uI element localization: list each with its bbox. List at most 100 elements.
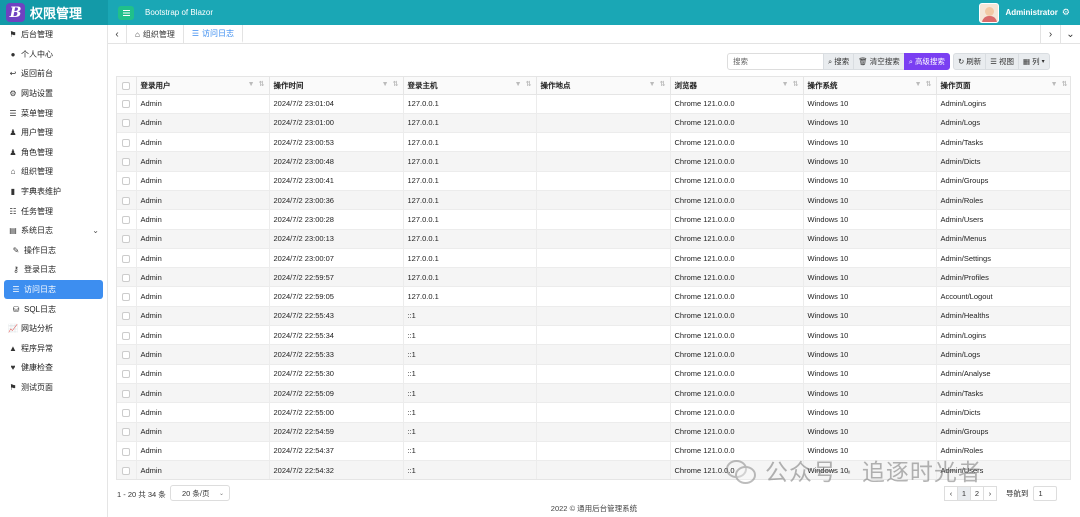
column-header-location[interactable]: 操作地点 ▼ ⇅	[536, 77, 671, 95]
menu-toggle-button[interactable]	[118, 5, 134, 20]
sidebar-item-groups[interactable]: ⌂ 组织管理	[0, 162, 107, 182]
sort-icon[interactable]: ⇅	[526, 80, 532, 88]
table-row[interactable]: Admin 2024/7/2 22:55:09::1 Chrome 121.0.0.…	[117, 383, 1070, 404]
sidebar-item-profile[interactable]: ● 个人中心	[0, 45, 107, 65]
sort-icon[interactable]: ⇅	[393, 80, 399, 88]
row-checkbox[interactable]	[117, 422, 137, 442]
sidebar-item-users[interactable]: ♟ 用户管理	[0, 123, 107, 143]
table-row[interactable]: Admin 2024/7/2 23:00:28 127.0.0.1 Chrome 12…	[117, 209, 1070, 230]
sidebar-item-sql-logs[interactable]: ⛁ SQL日志	[0, 299, 107, 319]
filter-icon[interactable]: ▼	[382, 81, 389, 88]
sort-icon[interactable]: ⇅	[926, 80, 932, 88]
view-button[interactable]: ☰ 视图	[985, 53, 1019, 70]
sidebar-item-operation-logs[interactable]: ✎ 操作日志	[0, 241, 107, 261]
table-row[interactable]: Admin 2024/7/2 22:55:34::1 Chrome 121.0.0.…	[117, 325, 1070, 346]
filter-icon[interactable]: ▼	[248, 81, 255, 88]
column-header-os[interactable]: 操作系统 ▼ ⇅	[803, 77, 937, 95]
table-row[interactable]: Admin 2024/7/2 23:00:07 127.0.0.1 Chrome 12…	[117, 248, 1070, 269]
sort-icon[interactable]: ⇅	[1062, 80, 1068, 88]
sidebar-item-system-logs[interactable]: ▤ 系统日志 ⌄	[0, 221, 107, 241]
table-row[interactable]: Admin 2024/7/2 22:55:30::1 Chrome 121.0.0.…	[117, 364, 1070, 384]
column-header-page[interactable]: 操作页面 ▼ ⇅	[936, 77, 1070, 95]
sort-icon[interactable]: ⇅	[259, 80, 265, 88]
row-checkbox[interactable]	[117, 344, 137, 365]
select-all-checkbox[interactable]	[117, 77, 137, 95]
columns-button[interactable]: ▦ 列 ▾	[1017, 53, 1050, 70]
row-checkbox[interactable]	[117, 460, 137, 479]
table-row[interactable]: Admin 2024/7/2 22:55:33::1 Chrome 121.0.0.…	[117, 344, 1070, 365]
clear-search-button[interactable]: 🗑 清空搜索	[853, 53, 905, 70]
row-checkbox[interactable]	[117, 325, 137, 346]
page-2-button[interactable]: 2	[970, 486, 984, 501]
sidebar-item-frontend[interactable]: ↩ 返回前台	[0, 64, 107, 84]
search-input[interactable]: 搜索	[727, 53, 824, 70]
row-checkbox[interactable]	[117, 113, 137, 134]
table-row[interactable]: Admin 2024/7/2 22:54:59::1 Chrome 121.0.0.…	[117, 422, 1070, 442]
sidebar-item-roles[interactable]: ♟ 角色管理	[0, 143, 107, 163]
filter-icon[interactable]: ▼	[515, 81, 522, 88]
table-row[interactable]: Admin 2024/7/2 23:00:53 127.0.0.1 Chrome 12…	[117, 132, 1070, 153]
row-checkbox[interactable]	[117, 364, 137, 384]
filter-icon[interactable]: ▼	[1051, 81, 1058, 88]
row-checkbox[interactable]	[117, 267, 137, 288]
page-1-button[interactable]: 1	[957, 486, 971, 501]
filter-icon[interactable]: ▼	[915, 81, 922, 88]
tab-scroll-left-button[interactable]: ‹	[108, 25, 127, 43]
row-checkbox[interactable]	[117, 94, 137, 114]
user-menu[interactable]: Administrator ⚙	[979, 2, 1070, 23]
column-header-time[interactable]: 操作时间 ▼ ⇅	[269, 77, 404, 95]
gear-icon[interactable]: ⚙	[1062, 7, 1070, 18]
sidebar-item-tasks[interactable]: ☷ 任务管理	[0, 201, 107, 221]
table-row[interactable]: Admin 2024/7/2 23:01:00 127.0.0.1 Chrome 12…	[117, 113, 1070, 134]
next-page-button[interactable]: ›	[983, 486, 997, 501]
sidebar-item-dicts[interactable]: ▮ 字典表维护	[0, 182, 107, 202]
table-row[interactable]: Admin 2024/7/2 23:01:04 127.0.0.1 Chrome 12…	[117, 94, 1070, 114]
page-size-select[interactable]: 20 条/页 ⌄	[170, 485, 230, 501]
column-header-browser[interactable]: 浏览器 ▼ ⇅	[670, 77, 804, 95]
row-checkbox[interactable]	[117, 248, 137, 269]
table-row[interactable]: Admin 2024/7/2 22:59:57 127.0.0.1 Chrome 12…	[117, 267, 1070, 288]
sidebar-item-health[interactable]: ♥ 健康检查	[0, 358, 107, 378]
tab-menu-button[interactable]: ⌄	[1060, 25, 1080, 43]
row-checkbox[interactable]	[117, 190, 137, 211]
filter-icon[interactable]: ▼	[782, 81, 789, 88]
refresh-button[interactable]: ↻ 刷新	[952, 53, 987, 70]
row-checkbox[interactable]	[117, 383, 137, 404]
table-row[interactable]: Admin 2024/7/2 22:55:43::1 Chrome 121.0.0.…	[117, 306, 1070, 327]
row-checkbox[interactable]	[117, 171, 137, 191]
row-checkbox[interactable]	[117, 209, 137, 230]
sort-icon[interactable]: ⇅	[660, 80, 666, 88]
sidebar-item-analytics[interactable]: 📈 网站分析	[0, 319, 107, 339]
filter-icon[interactable]: ▼	[649, 81, 656, 88]
table-row[interactable]: Admin 2024/7/2 23:00:13 127.0.0.1 Chrome 12…	[117, 229, 1070, 249]
row-checkbox[interactable]	[117, 132, 137, 153]
row-checkbox[interactable]	[117, 306, 137, 327]
tab-groups[interactable]: ⌂ 组织管理	[127, 25, 184, 43]
column-header-host[interactable]: 登录主机 ▼ ⇅	[403, 77, 537, 95]
sidebar-item-login-logs[interactable]: ⚷ 登录日志	[0, 260, 107, 280]
row-checkbox[interactable]	[117, 151, 137, 172]
sidebar-item-access-logs[interactable]: ☰ 访问日志	[4, 279, 103, 300]
row-checkbox[interactable]	[117, 286, 137, 307]
sidebar-item-admin[interactable]: ⚑ 后台管理	[0, 25, 107, 45]
sidebar-item-menus[interactable]: ☰ 菜单管理	[0, 103, 107, 123]
sidebar-item-test-page[interactable]: ⚑ 测试页面	[0, 378, 107, 398]
goto-page-input[interactable]: 1	[1032, 486, 1057, 501]
tab-scroll-right-button[interactable]: ›	[1040, 25, 1060, 43]
table-row[interactable]: Admin 2024/7/2 23:00:41 127.0.0.1 Chrome 12…	[117, 171, 1070, 191]
sidebar-item-settings[interactable]: ⚙ 网站设置	[0, 84, 107, 104]
brand[interactable]: B 权限管理	[0, 0, 108, 25]
table-row[interactable]: Admin 2024/7/2 23:00:48 127.0.0.1 Chrome 12…	[117, 151, 1070, 172]
prev-page-button[interactable]: ‹	[944, 486, 958, 501]
sidebar-item-exceptions[interactable]: ▲ 程序异常	[0, 339, 107, 359]
row-checkbox[interactable]	[117, 229, 137, 249]
table-row[interactable]: Admin 2024/7/2 23:00:36 127.0.0.1 Chrome 12…	[117, 190, 1070, 211]
sort-icon[interactable]: ⇅	[793, 80, 799, 88]
column-header-user[interactable]: 登录用户 ▼ ⇅	[136, 77, 270, 95]
row-checkbox[interactable]	[117, 441, 137, 462]
table-row[interactable]: Admin 2024/7/2 22:59:05 127.0.0.1 Chrome 12…	[117, 286, 1070, 307]
row-checkbox[interactable]	[117, 402, 137, 423]
tab-access-logs[interactable]: ☰ 访问日志	[183, 25, 244, 43]
search-button[interactable]: ⌕ 搜索	[823, 53, 855, 70]
advanced-search-button[interactable]: ⌕ 高级搜索	[903, 53, 950, 70]
